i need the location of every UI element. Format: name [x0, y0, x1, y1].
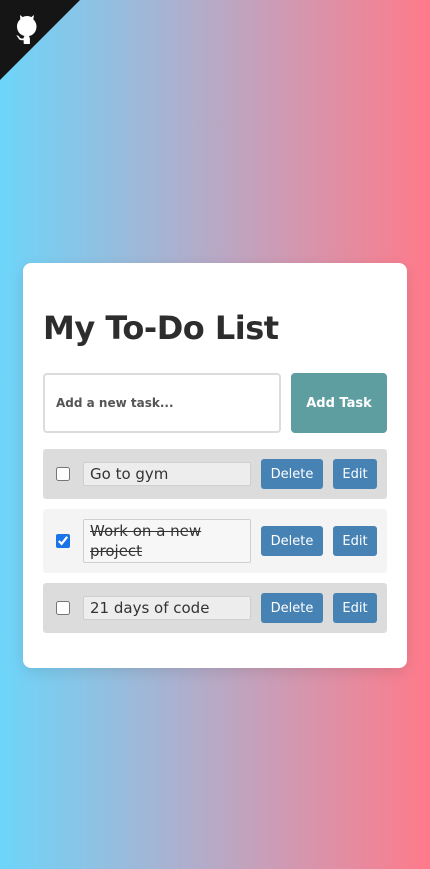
task-checkbox[interactable]	[56, 601, 70, 615]
task-text-field[interactable]: Work on a new project	[83, 519, 251, 563]
edit-task-button[interactable]: Edit	[333, 526, 377, 556]
edit-task-button[interactable]: Edit	[333, 593, 377, 623]
github-octocat-icon[interactable]	[10, 12, 44, 46]
task-text-field[interactable]: Go to gym	[83, 462, 251, 486]
add-task-button[interactable]: Add Task	[291, 373, 387, 433]
task-item: Go to gym Delete Edit	[43, 449, 387, 499]
task-checkbox[interactable]	[56, 467, 70, 481]
page-title: My To-Do List	[43, 309, 279, 347]
task-item: Work on a new project Delete Edit	[43, 509, 387, 573]
task-item: 21 days of code Delete Edit	[43, 583, 387, 633]
edit-task-button[interactable]: Edit	[333, 459, 377, 489]
delete-task-button[interactable]: Delete	[261, 593, 323, 623]
todo-card: My To-Do List Add Task Go to gym Delete …	[23, 263, 407, 668]
delete-task-button[interactable]: Delete	[261, 526, 323, 556]
delete-task-button[interactable]: Delete	[261, 459, 323, 489]
new-task-input[interactable]	[43, 373, 281, 433]
task-checkbox[interactable]	[56, 534, 70, 548]
task-text-field[interactable]: 21 days of code	[83, 596, 251, 620]
